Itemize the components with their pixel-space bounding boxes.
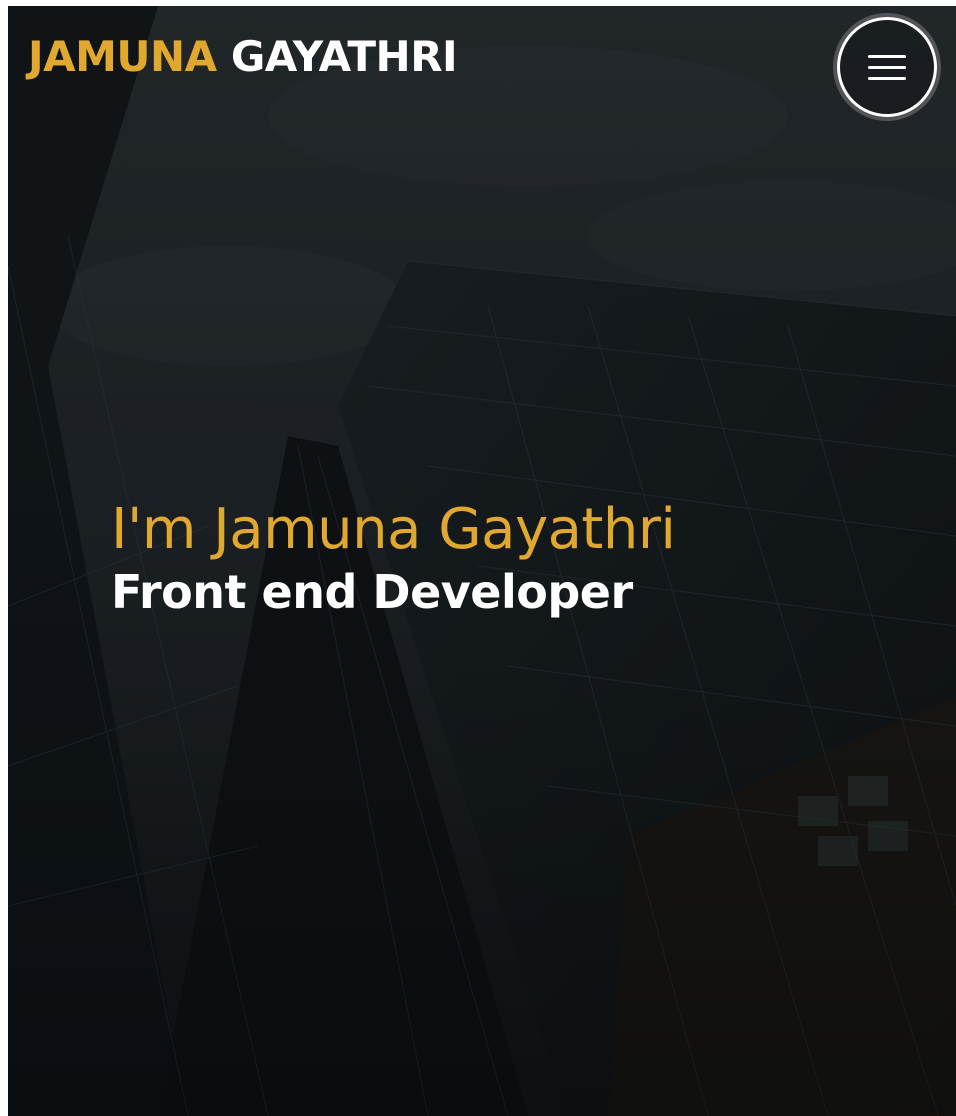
logo-last-name: GAYATHRI <box>230 32 458 81</box>
logo-first-name: JAMUNA <box>28 32 217 81</box>
hamburger-menu-icon <box>868 54 906 58</box>
hamburger-menu-icon-bar <box>868 65 906 69</box>
hero-text: I'm Jamuna Gayathri Front end Developer <box>111 496 931 623</box>
site-logo[interactable]: JAMUNA GAYATHRI <box>28 36 458 78</box>
hamburger-menu-icon-bar <box>868 76 906 80</box>
hero-section: JAMUNA GAYATHRI I'm Jamuna Gayathri Fron… <box>8 6 956 1116</box>
hamburger-menu-button[interactable] <box>837 17 937 117</box>
hero-role-subtitle: Front end Developer <box>111 565 633 620</box>
hero-name-heading: I'm Jamuna Gayathri <box>111 497 676 562</box>
